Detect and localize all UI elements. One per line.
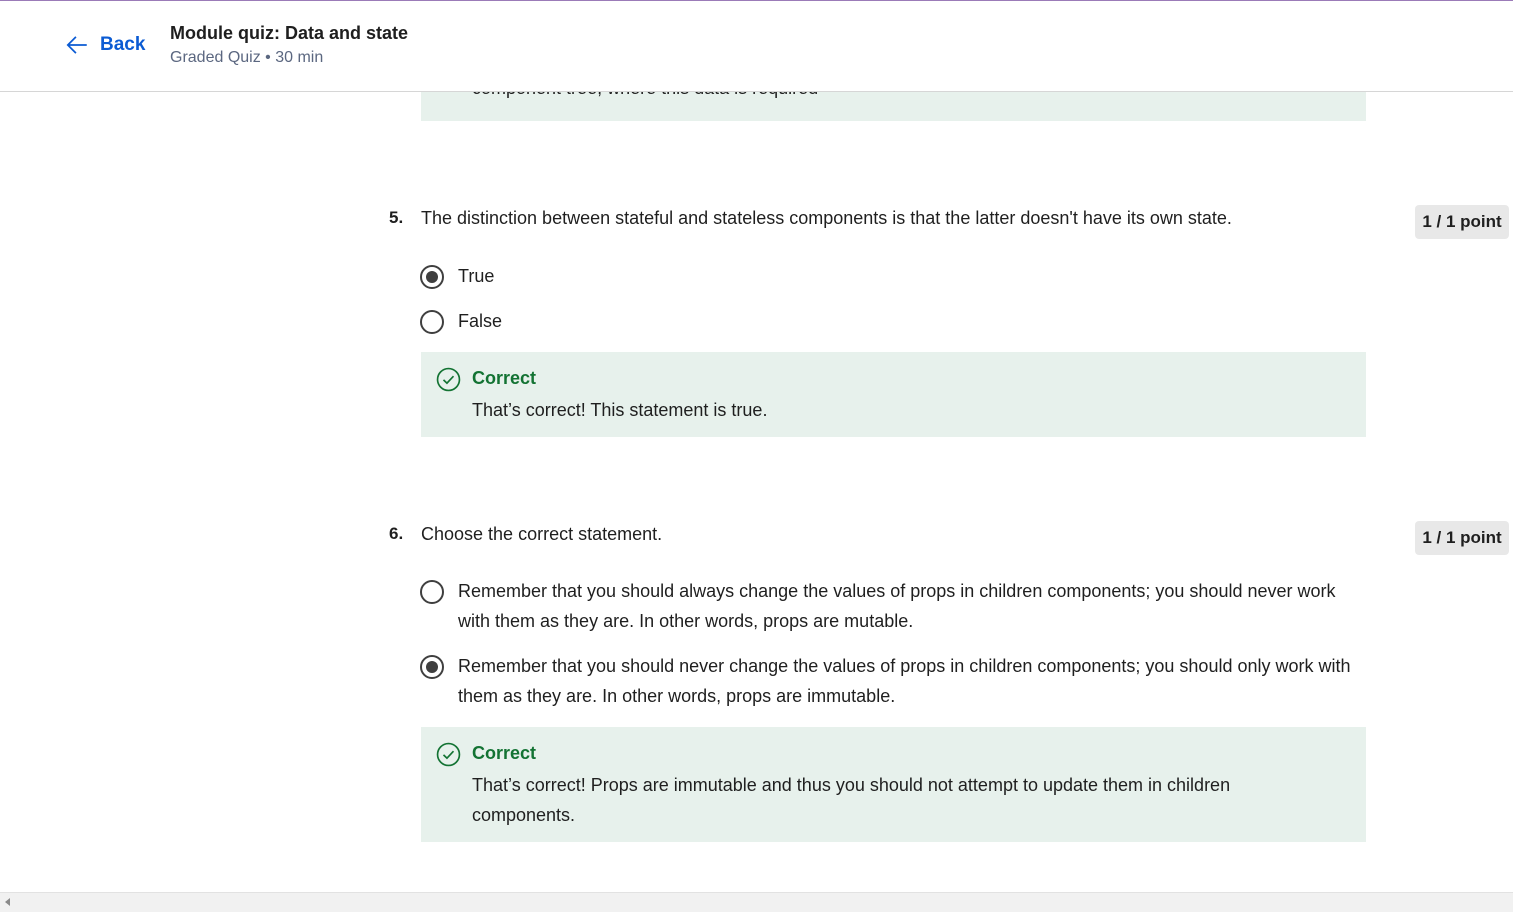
page-subtitle: Graded Quiz • 30 min xyxy=(170,49,324,66)
option-props-mutable[interactable]: Remember that you should always change t… xyxy=(420,580,1365,636)
option-label: False xyxy=(458,311,503,331)
radio-selected[interactable] xyxy=(420,655,444,679)
feedback-text: That’s correct! This statement is true. xyxy=(472,400,768,420)
radio-unselected[interactable] xyxy=(420,580,444,604)
option-label: Remember that you should always change t… xyxy=(458,581,1336,631)
back-label: Back xyxy=(100,34,146,55)
page-title: Module quiz: Data and state xyxy=(170,23,409,43)
scroll-left-arrow-icon[interactable] xyxy=(5,898,10,906)
feedback-title: Correct xyxy=(472,368,537,388)
question-text: Choose the correct statement. xyxy=(421,524,663,544)
arrow-left-icon xyxy=(66,36,87,54)
question-number: 6. xyxy=(389,524,404,543)
points-badge: 1 / 1 point xyxy=(1415,521,1509,555)
option-props-immutable[interactable]: Remember that you should never change th… xyxy=(420,655,1365,711)
check-circle-icon xyxy=(436,742,461,767)
points-badge: 1 / 1 point xyxy=(1415,205,1509,239)
question-text: The distinction between stateful and sta… xyxy=(421,208,1232,228)
quiz-header: Back Module quiz: Data and state Graded … xyxy=(0,1,1513,92)
radio-unselected[interactable] xyxy=(420,310,444,334)
feedback-text: That’s correct! Props are immutable and … xyxy=(472,775,1231,825)
option-label: True xyxy=(458,266,495,286)
horizontal-scrollbar[interactable] xyxy=(0,892,1513,912)
feedback-title: Correct xyxy=(472,743,537,763)
option-false[interactable]: False xyxy=(420,310,502,336)
question-number: 5. xyxy=(389,208,404,227)
option-true[interactable]: True xyxy=(420,265,494,291)
radio-selected[interactable] xyxy=(420,265,444,289)
quiz-content: component tree, where this data is requi… xyxy=(0,0,1513,891)
check-circle-icon xyxy=(436,367,461,392)
back-button[interactable]: Back xyxy=(64,32,145,58)
option-label: Remember that you should never change th… xyxy=(458,656,1351,706)
feedback-box: Correct That’s correct! Props are immuta… xyxy=(421,727,1366,842)
feedback-box: Correct That’s correct! This statement i… xyxy=(421,352,1366,437)
